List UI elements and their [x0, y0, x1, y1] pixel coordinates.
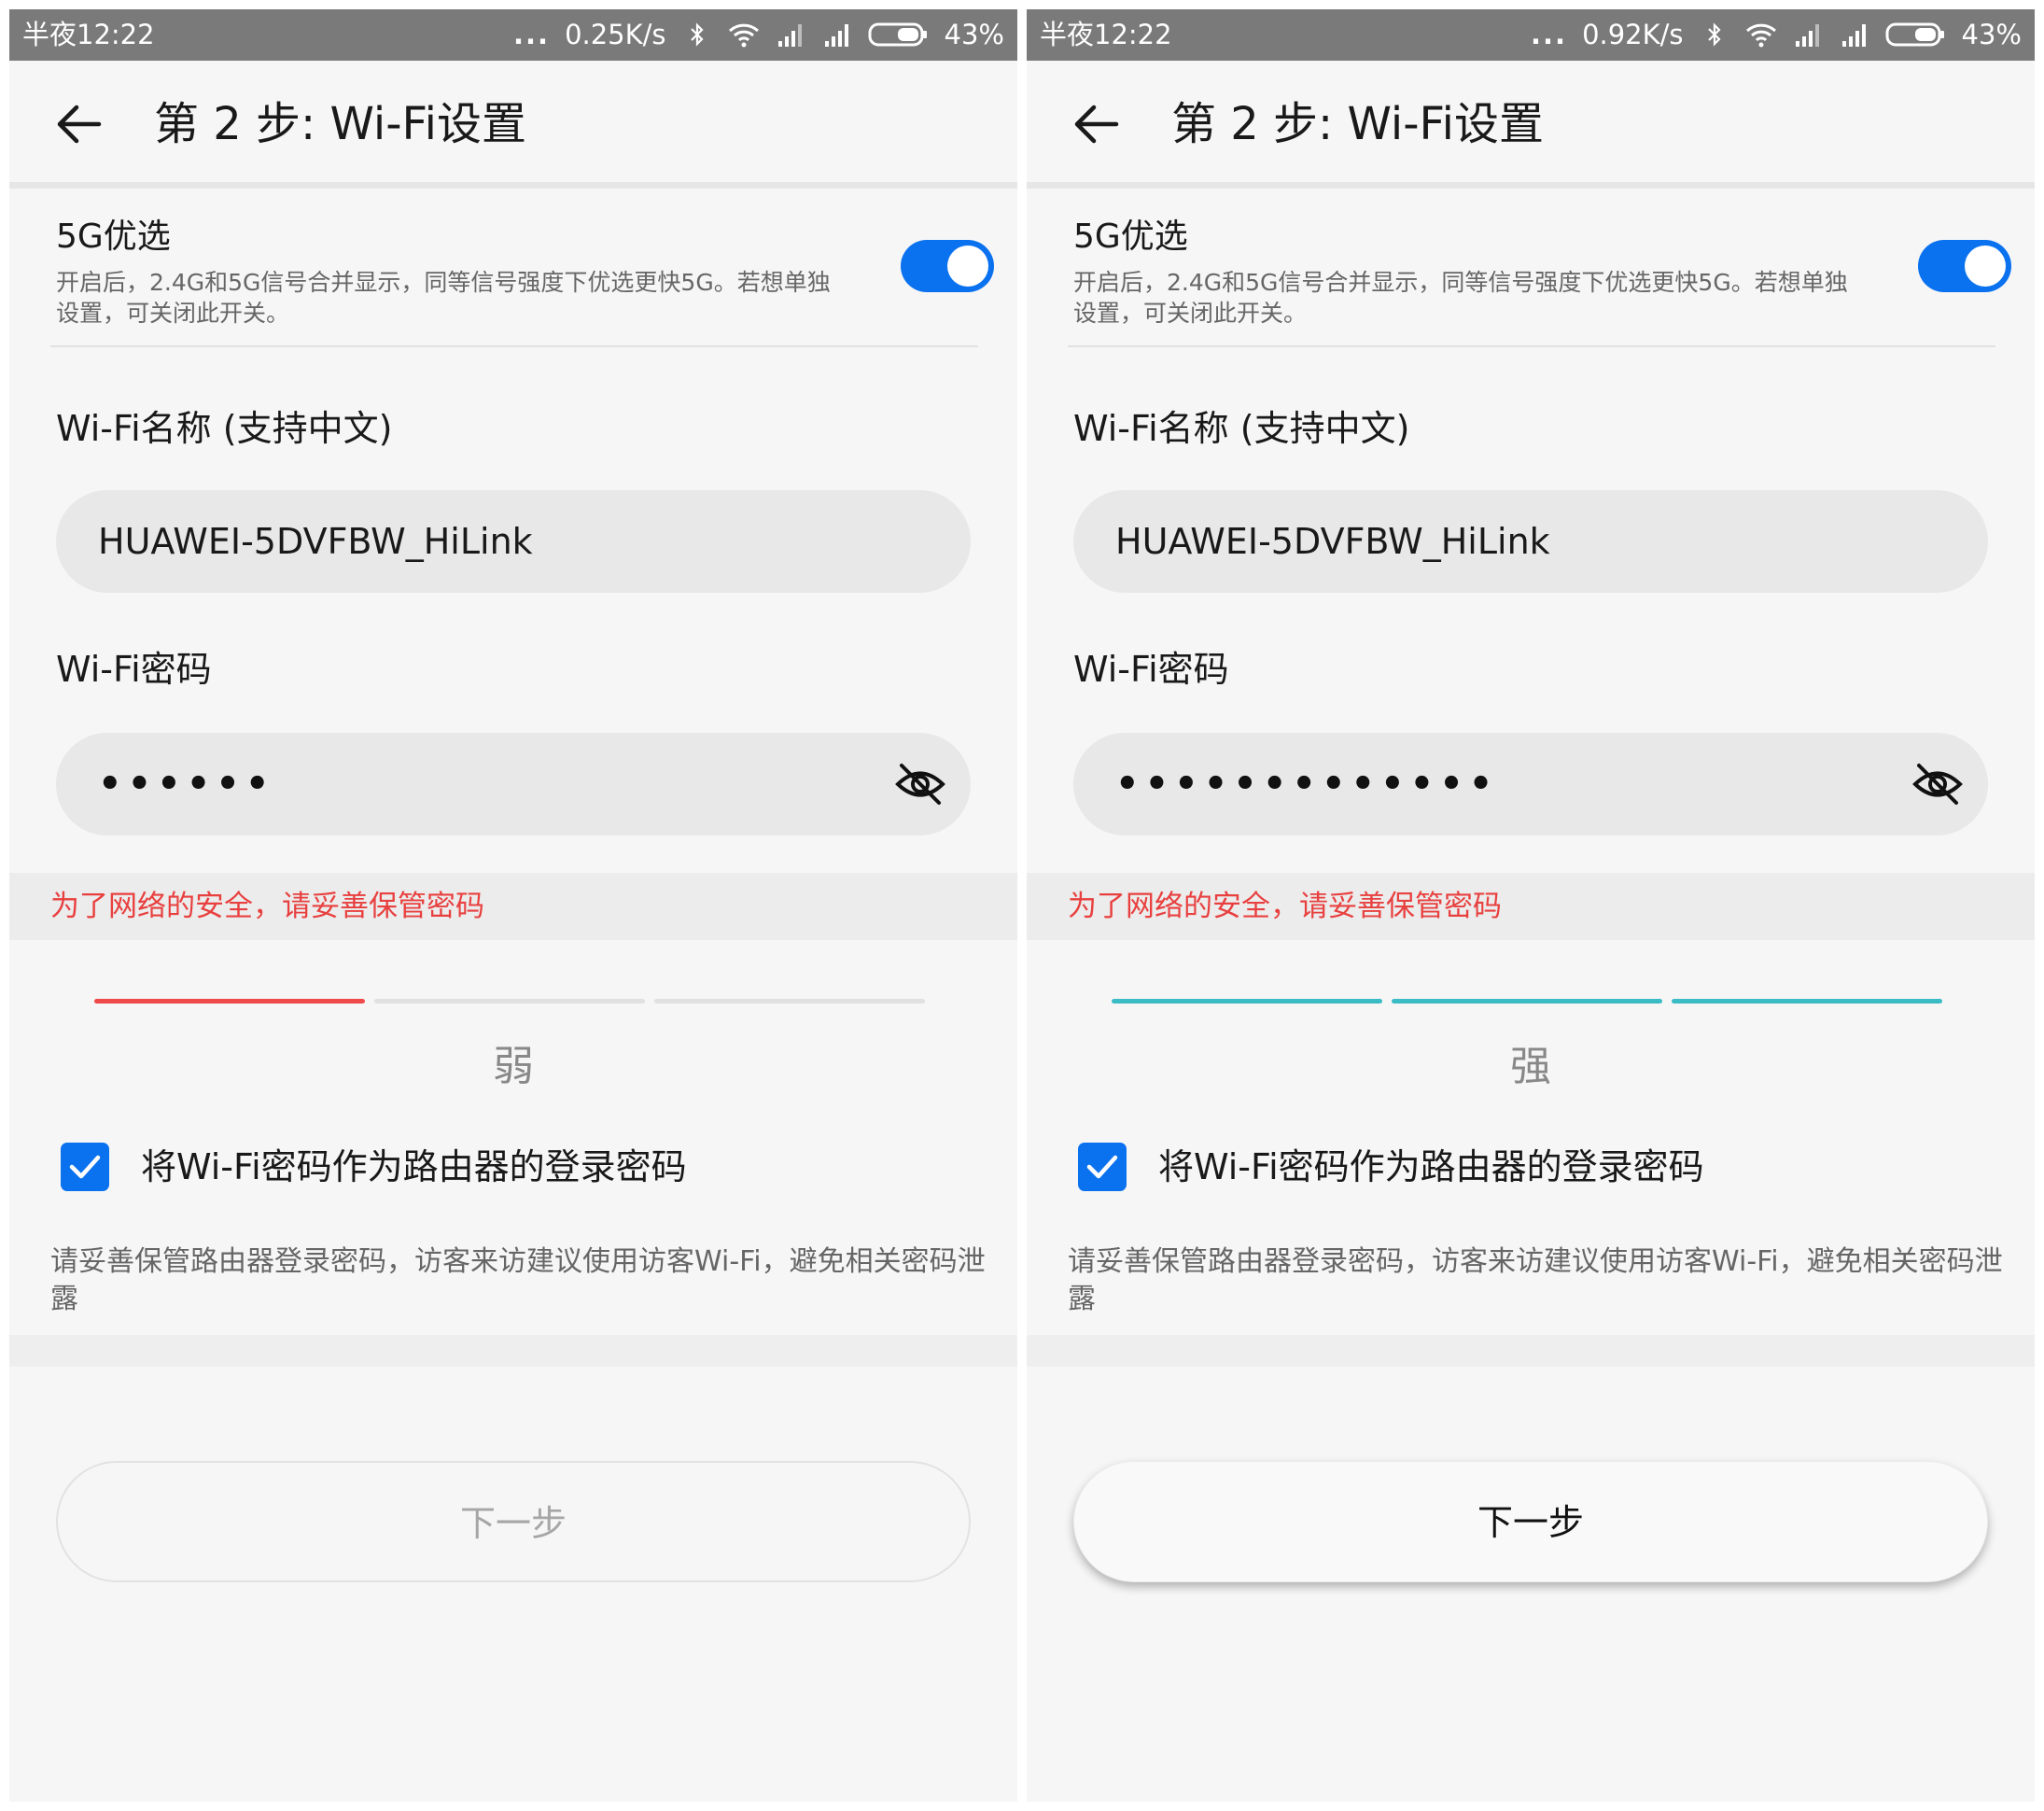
strength-bar-1	[1112, 999, 1382, 1004]
signal-icon	[824, 24, 848, 47]
ssid-value: HUAWEI-5DVFBW_HiLink	[1115, 521, 1550, 562]
pref-5g-description: 开启后，2.4G和5G信号合并显示，同等信号强度下优选更快5G。若想单独设置，可…	[56, 269, 831, 327]
check-icon	[69, 1155, 101, 1179]
password-label: Wi-Fi密码	[56, 649, 212, 690]
strength-bar-2	[374, 999, 645, 1004]
strength-bar-3	[654, 999, 925, 1004]
password-value: •••••••••••••	[1115, 763, 1499, 806]
pref-5g-description: 开启后，2.4G和5G信号合并显示，同等信号强度下优选更快5G。若想单独设置，可…	[1073, 269, 1848, 327]
status-icons: ... 0.25K/s 43%	[513, 17, 1004, 52]
router-login-checkbox[interactable]	[61, 1143, 109, 1191]
password-value: ••••••	[98, 763, 275, 806]
pref-5g-row: 5G优选 开启后，2.4G和5G信号合并显示，同等信号强度下优选更快5G。若想单…	[1027, 189, 2035, 357]
security-warning: 为了网络的安全，请妥善保管密码	[1068, 890, 1502, 923]
page-title: 第 2 步: Wi-Fi设置	[1171, 98, 1545, 150]
battery-icon	[868, 22, 927, 47]
section-separator	[1027, 1335, 2035, 1367]
battery-icon	[1885, 22, 1944, 47]
next-step-button[interactable]: 下一步	[1073, 1461, 1988, 1582]
security-warning: 为了网络的安全，请妥善保管密码	[50, 890, 484, 923]
eye-slash-icon[interactable]	[1911, 761, 1964, 807]
bluetooth-icon	[1707, 22, 1721, 47]
toggle-knob	[1965, 246, 2006, 287]
router-login-checkbox-row[interactable]: 将Wi-Fi密码作为路由器的登录密码	[1078, 1139, 2011, 1191]
page-title: 第 2 步: Wi-Fi设置	[154, 98, 527, 150]
more-dots: ...	[1531, 19, 1568, 50]
eye-slash-icon[interactable]	[894, 761, 946, 807]
pref-5g-label: 5G优选	[1073, 218, 1188, 256]
router-password-note: 请妥善保管路由器登录密码，访客来访建议使用访客Wi-Fi，避免相关密码泄露	[1068, 1245, 2003, 1315]
ssid-label: Wi-Fi名称 (支持中文)	[1073, 408, 1410, 449]
section-separator	[9, 1335, 1017, 1367]
back-arrow-icon[interactable]	[1070, 98, 1122, 150]
password-label: Wi-Fi密码	[1073, 649, 1229, 690]
signal-icon	[1795, 24, 1819, 47]
app-bar: 第 2 步: Wi-Fi设置	[1027, 61, 2035, 189]
strength-bar-2	[1392, 999, 1662, 1004]
pref-5g-label: 5G优选	[56, 218, 171, 256]
router-login-checkbox-label: 将Wi-Fi密码作为路由器的登录密码	[141, 1146, 687, 1187]
back-arrow-icon[interactable]	[52, 98, 105, 150]
strength-bar-1	[94, 999, 365, 1004]
ssid-label: Wi-Fi名称 (支持中文)	[56, 408, 393, 449]
phone-screen-weak: 半夜12:22 ... 0.25K/s 43% 第 2 步: Wi-Fi设置 5…	[9, 9, 1017, 1802]
status-time: 半夜12:22	[1040, 19, 1172, 50]
check-icon	[1086, 1155, 1118, 1179]
network-speed: 0.92K/s	[1582, 19, 1684, 50]
wifi-icon	[1745, 23, 1776, 48]
password-input[interactable]: ••••••	[56, 733, 971, 835]
strength-bar-3	[1672, 999, 1942, 1004]
app-bar: 第 2 步: Wi-Fi设置	[9, 61, 1017, 189]
wifi-icon	[728, 23, 759, 48]
router-login-checkbox-row[interactable]: 将Wi-Fi密码作为路由器的登录密码	[61, 1139, 994, 1191]
ssid-input[interactable]: HUAWEI-5DVFBW_HiLink	[1073, 490, 1988, 593]
router-login-checkbox[interactable]	[1078, 1143, 1127, 1191]
security-warning-band: 为了网络的安全，请妥善保管密码	[1027, 873, 2035, 940]
next-step-button[interactable]: 下一步	[56, 1461, 971, 1582]
password-input[interactable]: •••••••••••••	[1073, 733, 1988, 835]
strength-label: 强	[1510, 1043, 1551, 1090]
status-bar: 半夜12:22 ... 0.25K/s 43%	[9, 9, 1017, 61]
pref-5g-row: 5G优选 开启后，2.4G和5G信号合并显示，同等信号强度下优选更快5G。若想单…	[9, 189, 1017, 357]
ssid-input[interactable]: HUAWEI-5DVFBW_HiLink	[56, 490, 971, 593]
divider	[1068, 345, 1995, 347]
toggle-knob	[947, 246, 988, 287]
router-password-note: 请妥善保管路由器登录密码，访客来访建议使用访客Wi-Fi，避免相关密码泄露	[50, 1245, 986, 1315]
pref-5g-toggle[interactable]	[1918, 240, 2011, 292]
network-speed: 0.25K/s	[565, 19, 666, 50]
signal-icon	[1841, 24, 1866, 47]
router-login-checkbox-label: 将Wi-Fi密码作为路由器的登录密码	[1158, 1146, 1704, 1187]
phone-screen-strong: 半夜12:22 ... 0.92K/s 43% 第 2 步: Wi-Fi设置 5…	[1027, 9, 2035, 1802]
ssid-value: HUAWEI-5DVFBW_HiLink	[98, 521, 533, 562]
status-icons: ... 0.92K/s 43%	[1531, 17, 2022, 52]
signal-icon	[777, 24, 802, 47]
pref-5g-toggle[interactable]	[901, 240, 994, 292]
status-bar: 半夜12:22 ... 0.92K/s 43%	[1027, 9, 2035, 61]
bluetooth-icon	[690, 22, 704, 47]
strength-label: 弱	[493, 1043, 534, 1090]
security-warning-band: 为了网络的安全，请妥善保管密码	[9, 873, 1017, 940]
divider	[50, 345, 978, 347]
more-dots: ...	[513, 19, 551, 50]
battery-percent: 43%	[1961, 19, 2022, 50]
battery-percent: 43%	[944, 19, 1004, 50]
status-time: 半夜12:22	[22, 19, 155, 50]
